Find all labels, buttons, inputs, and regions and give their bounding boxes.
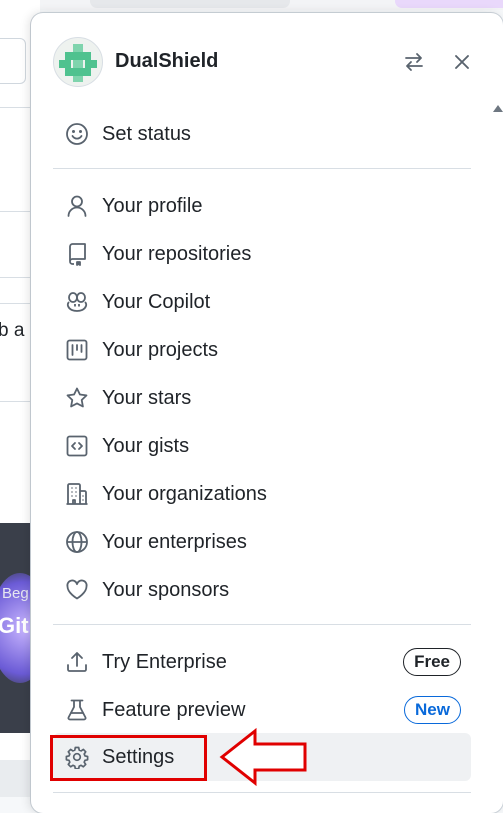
person-icon [64,193,90,219]
menu-item-label: Your profile [102,194,203,217]
upload-icon [64,649,90,675]
background-tab [90,0,290,8]
menu-item-try-enterprise[interactable]: Try Enterprise Free [53,642,471,682]
repo-icon [64,241,90,267]
arrow-switch-icon [403,51,425,73]
star-icon [64,385,90,411]
menu-divider [53,168,471,169]
background-tab-highlight [395,0,503,8]
menu-item-label: Your stars [102,386,192,409]
menu-divider [53,792,471,793]
free-badge: Free [403,648,461,676]
menu-item-your-organizations[interactable]: Your organizations [53,474,471,514]
menu-item-your-stars[interactable]: Your stars [53,378,471,418]
switch-account-button[interactable] [401,49,427,75]
code-square-icon [64,433,90,459]
smiley-icon [64,121,90,147]
background-text: b a [0,320,25,341]
username: DualShield [115,50,219,72]
menu-item-label: Your projects [102,338,218,361]
annotation-arrow [217,727,309,787]
copilot-icon [64,289,90,315]
x-icon [453,53,471,71]
menu-item-label: Your sponsors [102,578,230,601]
menu-item-label: Feature preview [102,698,246,721]
menu-divider [53,624,471,625]
beaker-icon [64,697,90,723]
close-button[interactable] [449,49,475,75]
menu-item-your-gists[interactable]: Your gists [53,426,471,466]
menu-item-label: Your gists [102,434,190,457]
project-icon [64,337,90,363]
promo-text: Beg [2,585,29,602]
new-badge: New [404,696,461,724]
annotation-highlight-box [50,735,207,781]
menu-item-your-profile[interactable]: Your profile [53,186,471,226]
menu-item-set-status[interactable]: Set status [53,114,471,154]
promo-heading: Git [0,613,29,638]
user-menu-header: DualShield [53,37,483,87]
background-input [0,38,26,84]
menu-item-your-sponsors[interactable]: Your sponsors [53,570,471,610]
scroll-up-arrow[interactable] [493,105,503,112]
avatar[interactable] [53,37,103,87]
menu-item-feature-preview[interactable]: Feature preview New [53,690,471,730]
heart-icon [64,577,90,603]
menu-item-label: Your organizations [102,482,267,505]
menu-item-label: Your Copilot [102,290,211,313]
organization-icon [64,481,90,507]
globe-icon [64,529,90,555]
menu-item-label: Set status [102,122,191,145]
menu-item-label: Your repositories [102,242,252,265]
menu-item-your-projects[interactable]: Your projects [53,330,471,370]
menu-item-label: Try Enterprise [102,650,227,673]
user-menu-panel: DualShield Set status Your profile Your … [31,13,503,813]
menu-item-label: Your enterprises [102,530,247,553]
menu-item-your-repositories[interactable]: Your repositories [53,234,471,274]
menu-item-your-enterprises[interactable]: Your enterprises [53,522,471,562]
menu-item-your-copilot[interactable]: Your Copilot [53,282,471,322]
